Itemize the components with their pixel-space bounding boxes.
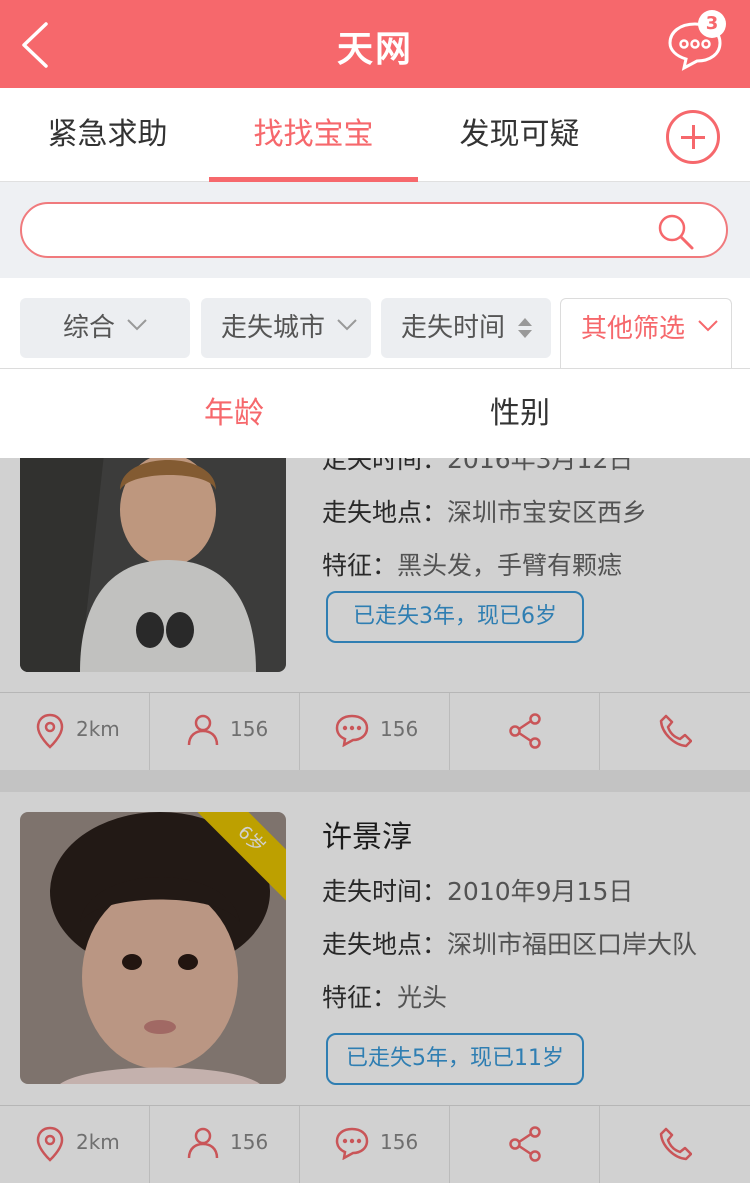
location-pin-icon — [36, 1126, 64, 1162]
filter-label: 其他筛选 — [581, 314, 686, 344]
filter-label: 走失城市 — [221, 313, 326, 343]
user-icon — [187, 1127, 219, 1159]
missing-time: 走失时间：2010年9月15日 — [322, 877, 634, 906]
status-badge: 已走失5年，现已11岁 — [326, 1033, 584, 1085]
share-icon — [509, 713, 541, 749]
distance-action[interactable]: 2km — [0, 1106, 150, 1183]
missing-place: 走失地点：深圳市福田区口岸大队 — [322, 930, 698, 959]
card-list: 走失时间：2016年3月12日 走失地点：深圳市宝安区西乡 特征：黑头发，手臂有… — [0, 458, 750, 1183]
comment-icon — [335, 1127, 369, 1160]
add-icon[interactable] — [666, 110, 720, 164]
tab-bar: 紧急求助 找找宝宝 发现可疑 — [0, 88, 750, 182]
share-action[interactable] — [450, 693, 600, 773]
followers-action[interactable]: 156 — [150, 693, 300, 773]
comments-action[interactable]: 156 — [300, 693, 450, 773]
card-divider — [0, 770, 750, 792]
child-photo-illustration — [20, 458, 286, 672]
call-action[interactable] — [600, 1106, 750, 1183]
action-bar: 2km 156 156 — [0, 692, 750, 773]
missing-place: 走失地点：深圳市宝安区西乡 — [322, 498, 648, 527]
child-name: 许景淳 — [322, 820, 412, 855]
filter-time[interactable]: 走失时间 — [381, 298, 551, 358]
user-icon — [187, 714, 219, 746]
list-item[interactable]: 6岁 许景淳 走失时间：2010年9月15日 走失地点：深圳市福田区口岸大队 特… — [0, 792, 750, 1183]
tab-find-baby[interactable]: 找找宝宝 — [209, 88, 418, 182]
followers-action[interactable]: 156 — [150, 1106, 300, 1183]
option-gender[interactable]: 性别 — [490, 369, 550, 459]
list-item[interactable]: 走失时间：2016年3月12日 走失地点：深圳市宝安区西乡 特征：黑头发，手臂有… — [0, 458, 750, 790]
call-action[interactable] — [600, 693, 750, 773]
share-action[interactable] — [450, 1106, 600, 1183]
chevron-down-icon — [337, 319, 357, 331]
child-photo: 6岁 — [20, 812, 286, 1084]
phone-icon — [659, 714, 692, 748]
child-photo — [20, 458, 286, 672]
page-title: 天网 — [336, 29, 413, 70]
chevron-down-icon — [698, 320, 718, 332]
phone-icon — [659, 1127, 692, 1161]
filter-label: 综合 — [63, 313, 116, 343]
notification-badge: 3 — [698, 10, 726, 38]
app-header: 天网 3 — [0, 0, 750, 88]
search-input[interactable] — [46, 212, 646, 248]
search-box[interactable] — [20, 202, 728, 258]
filter-dropdown: 年龄 性别 — [0, 368, 750, 458]
chevron-down-icon — [127, 319, 147, 331]
comments-action[interactable]: 156 — [300, 1106, 450, 1183]
features: 特征：光头 — [322, 983, 448, 1012]
share-icon — [509, 1126, 541, 1162]
sort-icon — [518, 318, 532, 338]
filter-other[interactable]: 其他筛选 — [560, 298, 732, 370]
status-badge: 已走失3年，现已6岁 — [326, 591, 584, 643]
search-icon[interactable] — [656, 212, 696, 252]
action-bar: 2km 156 156 — [0, 1105, 750, 1183]
tab-suspicious[interactable]: 发现可疑 — [415, 88, 624, 182]
missing-time: 走失时间：2016年3月12日 — [322, 458, 634, 474]
filter-bar: 综合 走失城市 走失时间 其他筛选 — [0, 278, 750, 370]
option-age[interactable]: 年龄 — [204, 369, 264, 459]
location-pin-icon — [36, 713, 64, 749]
tab-emergency[interactable]: 紧急求助 — [3, 88, 212, 182]
features: 特征：黑头发，手臂有颗痣 — [322, 551, 623, 580]
filter-label: 走失时间 — [401, 313, 506, 343]
filter-city[interactable]: 走失城市 — [201, 298, 371, 358]
distance-action[interactable]: 2km — [0, 693, 150, 773]
search-area — [0, 182, 750, 278]
comment-icon — [335, 714, 369, 747]
filter-overall[interactable]: 综合 — [20, 298, 190, 358]
